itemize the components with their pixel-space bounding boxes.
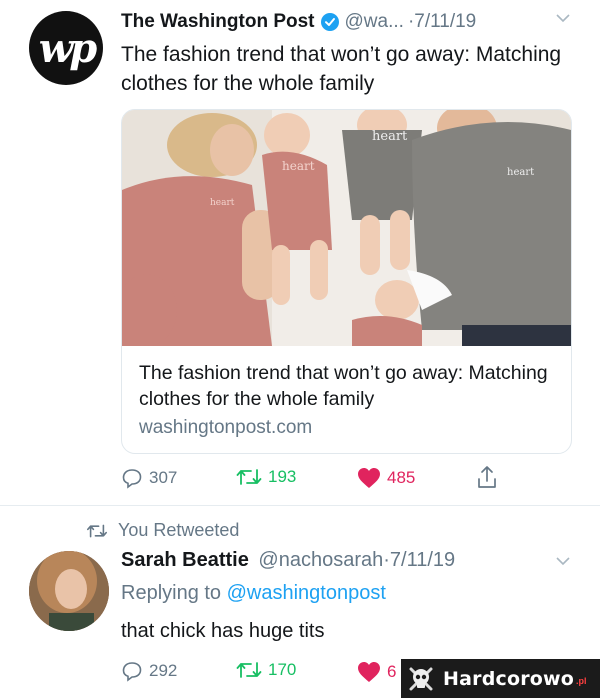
watermark-brand: Hardcorowo: [443, 667, 575, 690]
author-handle[interactable]: @wa...: [345, 11, 404, 33]
reply-icon: [122, 662, 142, 682]
reply-count: 292: [149, 661, 178, 680]
tweet-text: that chick has huge tits: [121, 620, 325, 642]
avatar-logo-text: wp: [38, 24, 97, 72]
card-image: heart heart heart heart: [122, 110, 571, 346]
retweet-icon: [236, 469, 262, 485]
share-icon: [478, 466, 496, 488]
tweet-text: The fashion trend that won’t go away: Ma…: [121, 43, 562, 95]
skull-icon: [409, 667, 433, 690]
retweet-button[interactable]: 170: [236, 660, 296, 680]
like-count: 485: [387, 468, 416, 487]
reply-count: 307: [149, 468, 178, 487]
verified-badge-icon: [320, 13, 339, 31]
author-name[interactable]: Sarah Beattie: [121, 549, 249, 571]
replying-to-link[interactable]: @washingtonpost: [227, 582, 386, 604]
replying-to: Replying to @washingtonpost: [121, 582, 386, 605]
reply-button[interactable]: 292: [121, 660, 177, 682]
link-card[interactable]: heart heart heart heart The fashion tren…: [121, 109, 572, 454]
replying-prefix: Replying to: [121, 582, 222, 604]
tweet-header: The Washington Post @wa... ·7/11/19: [121, 9, 476, 35]
like-count: 6: [387, 662, 397, 681]
chevron-down-icon[interactable]: [556, 13, 570, 23]
watermark-suffix: .pl: [576, 675, 587, 686]
tweet-date[interactable]: ·7/11/19: [383, 549, 455, 571]
reply-button[interactable]: 307: [121, 467, 177, 489]
chevron-down-icon[interactable]: [556, 556, 570, 566]
washington-post-avatar[interactable]: wp: [29, 11, 103, 85]
retweet-count: 170: [268, 660, 297, 679]
author-handle[interactable]: @nachosarah: [258, 549, 383, 571]
like-button[interactable]: 485: [357, 467, 415, 489]
watermark-badge: Hardcorowo .pl: [401, 659, 600, 698]
retweet-icon: [236, 662, 262, 678]
tweet-divider: [0, 505, 600, 506]
shirt-text: heart: [372, 129, 408, 144]
retweet-small-icon: [87, 524, 107, 537]
heart-icon: [358, 468, 380, 488]
like-button[interactable]: 6: [357, 661, 396, 683]
svg-text:heart: heart: [210, 198, 235, 208]
retweet-context-label: You Retweeted: [118, 520, 240, 540]
retweet-context: You Retweeted: [86, 520, 239, 541]
tweet-header: Sarah Beattie @nachosarah·7/11/19: [121, 549, 455, 572]
author-name[interactable]: The Washington Post: [121, 11, 315, 33]
retweet-count: 193: [268, 467, 297, 486]
card-title: The fashion trend that won’t go away: Ma…: [139, 362, 548, 410]
svg-text:heart: heart: [282, 159, 315, 173]
share-button[interactable]: [476, 465, 498, 494]
retweet-button[interactable]: 193: [236, 467, 296, 487]
heart-icon: [358, 662, 380, 682]
svg-text:heart: heart: [507, 167, 534, 178]
tweet-date[interactable]: ·7/11/19: [408, 11, 476, 33]
reply-icon: [122, 469, 142, 489]
card-domain: washingtonpost.com: [139, 417, 313, 438]
avatar[interactable]: [29, 551, 109, 631]
